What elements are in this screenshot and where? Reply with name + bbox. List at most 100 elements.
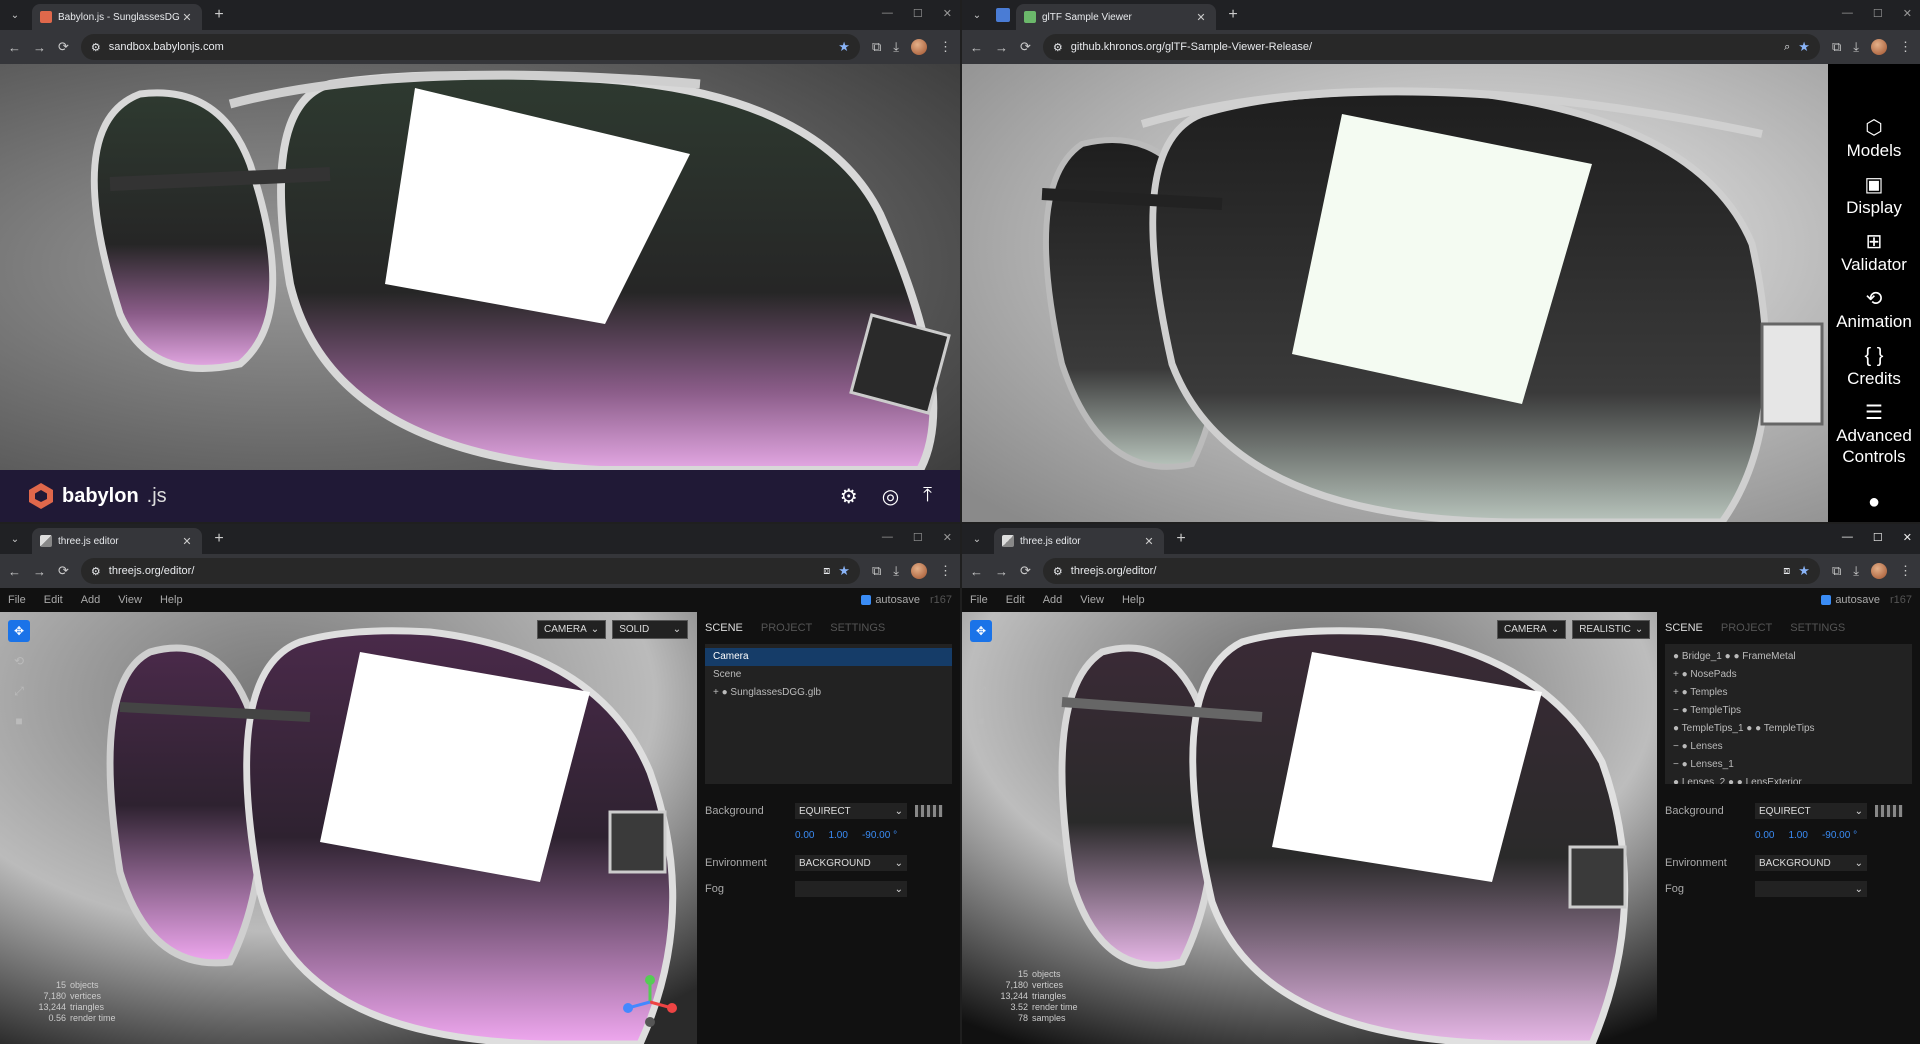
bg-intensity[interactable]: 1.00	[1788, 830, 1807, 841]
browser-tab[interactable]: glTF Sample Viewer ✕	[1016, 4, 1216, 30]
maximize-icon[interactable]: ☐	[1873, 7, 1883, 20]
close-window-icon[interactable]: ✕	[943, 531, 952, 544]
sidebar-item-display[interactable]: ▣ Display	[1846, 173, 1902, 218]
outliner-item[interactable]: Camera	[705, 648, 952, 666]
view-helper-gizmo[interactable]	[620, 972, 680, 1032]
new-tab-icon[interactable]: +	[210, 530, 228, 548]
extensions-icon[interactable]: ⧉	[1832, 563, 1841, 579]
menu-icon[interactable]: ⋮	[939, 39, 952, 55]
tab-settings[interactable]: SETTINGS	[830, 622, 885, 634]
address-bar[interactable]: ⚙ github.khronos.org/glTF-Sample-Viewer-R…	[1042, 34, 1820, 60]
rotate-tool-icon[interactable]: ⟲	[970, 650, 992, 672]
environment-select[interactable]: BACKGROUND ⌄	[1755, 855, 1867, 871]
bookmark-star-icon[interactable]: ★	[1798, 39, 1810, 55]
zoom-icon[interactable]: ⌕	[1784, 41, 1790, 54]
editor-viewport[interactable]: ✥ ⟲ ⤢ ■ CAMERA ⌄ SOLID ⌄ 15 objects 7,180 ver…	[0, 612, 697, 1044]
close-tab-icon[interactable]: ✕	[180, 535, 194, 548]
extensions-icon[interactable]: ⧉	[872, 39, 881, 55]
reload-icon[interactable]: ⟳	[58, 563, 69, 579]
browser-tab[interactable]: three.js editor ✕	[994, 528, 1164, 554]
background-texture-swatch[interactable]	[1875, 805, 1903, 817]
editor-viewport[interactable]: ✥ ⟲ ⤢ ■ CAMERA ⌄ REALISTIC ⌄ 15 objects 7,18…	[962, 612, 1657, 1044]
site-info-icon[interactable]: ⚙	[1053, 565, 1063, 578]
tab-search-icon[interactable]: ⌄	[966, 5, 988, 25]
close-tab-icon[interactable]: ✕	[1194, 11, 1208, 24]
camera-select[interactable]: CAMERA ⌄	[1497, 620, 1567, 639]
tab-scene[interactable]: SCENE	[705, 622, 743, 634]
close-window-icon[interactable]: ✕	[1903, 531, 1912, 544]
outliner-item[interactable]: ● TempleTips_1 ● ● TempleTips	[1665, 720, 1912, 738]
close-window-icon[interactable]: ✕	[1903, 7, 1912, 20]
download-icon[interactable]: ⤓	[1853, 39, 1859, 55]
bg-blurriness[interactable]: 0.00	[795, 830, 814, 841]
menu-edit[interactable]: Edit	[44, 594, 63, 606]
site-info-icon[interactable]: ⚙	[91, 565, 101, 578]
tab-project[interactable]: PROJECT	[1721, 622, 1772, 634]
tab-settings[interactable]: SETTINGS	[1790, 622, 1845, 634]
tab-scene[interactable]: SCENE	[1665, 622, 1703, 634]
maximize-icon[interactable]: ☐	[913, 531, 923, 544]
close-tab-icon[interactable]: ✕	[180, 11, 194, 24]
minimize-icon[interactable]: —	[882, 7, 893, 20]
menu-add[interactable]: Add	[1043, 594, 1063, 606]
fog-select[interactable]: ⌄	[795, 881, 907, 897]
translate-tool-icon[interactable]: ✥	[970, 620, 992, 642]
outliner-item[interactable]: + ● SunglassesDGG.glb	[705, 684, 952, 702]
extensions-icon[interactable]: ⧉	[872, 563, 881, 579]
extensions-icon[interactable]: ⧉	[1832, 39, 1841, 55]
reload-icon[interactable]: ⟳	[58, 39, 69, 55]
background-select[interactable]: EQUIRECT ⌄	[1755, 803, 1867, 819]
site-info-icon[interactable]: ⚙	[91, 41, 101, 54]
forward-icon[interactable]: →	[33, 564, 46, 579]
menu-help[interactable]: Help	[1122, 594, 1145, 606]
outliner-item[interactable]: Scene	[705, 666, 952, 684]
profile-avatar[interactable]	[911, 563, 927, 579]
tab-search-icon[interactable]: ⌄	[4, 5, 26, 25]
reload-icon[interactable]: ⟳	[1020, 563, 1031, 579]
minimize-icon[interactable]: —	[1842, 531, 1853, 544]
menu-file[interactable]: File	[8, 594, 26, 606]
sidebar-item-models[interactable]: ⬡ Models	[1847, 116, 1902, 161]
menu-view[interactable]: View	[1080, 594, 1104, 606]
upload-icon[interactable]: ⤒	[923, 484, 932, 509]
scale-tool-icon[interactable]: ⤢	[8, 680, 30, 702]
autosave-checkbox[interactable]	[1821, 595, 1832, 605]
camera-select[interactable]: CAMERA ⌄	[537, 620, 607, 639]
rotate-tool-icon[interactable]: ⟲	[8, 650, 30, 672]
outliner-item[interactable]: − ● Lenses_1	[1665, 756, 1912, 774]
address-bar[interactable]: ⚙ threejs.org/editor/ ⧈ ★	[1042, 558, 1820, 584]
bookmark-star-icon[interactable]: ★	[838, 39, 850, 55]
sidebar-item-credits[interactable]: { } Credits	[1847, 344, 1901, 389]
minimize-icon[interactable]: —	[882, 531, 893, 544]
bg-intensity[interactable]: 1.00	[828, 830, 847, 841]
back-icon[interactable]: ←	[8, 40, 21, 55]
environment-select[interactable]: BACKGROUND ⌄	[795, 855, 907, 871]
new-tab-icon[interactable]: +	[210, 6, 228, 24]
site-info-icon[interactable]: ⚙	[1053, 41, 1063, 54]
back-icon[interactable]: ←	[970, 564, 983, 579]
babylon-logo[interactable]: babylon .js	[28, 482, 167, 510]
outliner-item[interactable]: ● Lenses_2 ● ● LensExterior	[1665, 774, 1912, 784]
tab-search-icon[interactable]: ⌄	[4, 529, 26, 549]
outliner-item[interactable]: + ● NosePads	[1665, 666, 1912, 684]
menu-icon[interactable]: ⋮	[1899, 39, 1912, 55]
profile-avatar[interactable]	[911, 39, 927, 55]
fog-select[interactable]: ⌄	[1755, 881, 1867, 897]
outliner-item[interactable]: − ● Lenses	[1665, 738, 1912, 756]
local-space-icon[interactable]: ■	[8, 710, 30, 732]
inspector-icon[interactable]: ⚙	[840, 484, 858, 509]
local-space-icon[interactable]: ■	[970, 710, 992, 732]
scene-outliner[interactable]: ● Bridge_1 ● ● FrameMetal + ● NosePads + ●…	[1665, 644, 1912, 784]
reload-icon[interactable]: ⟳	[1020, 39, 1031, 55]
profile-avatar[interactable]	[1871, 563, 1887, 579]
scene-outliner[interactable]: Camera Scene + ● SunglassesDGG.glb	[705, 644, 952, 784]
outliner-item[interactable]: − ● TempleTips	[1665, 702, 1912, 720]
sidebar-item-advanced-controls[interactable]: ☰ Advanced Controls	[1828, 401, 1920, 467]
autosave-checkbox[interactable]	[861, 595, 872, 605]
forward-icon[interactable]: →	[995, 564, 1008, 579]
maximize-icon[interactable]: ☐	[1873, 531, 1883, 544]
sidebar-item-validator[interactable]: ⊞ Validator	[1841, 230, 1907, 275]
menu-icon[interactable]: ⋮	[939, 563, 952, 579]
menu-view[interactable]: View	[118, 594, 142, 606]
close-window-icon[interactable]: ✕	[943, 7, 952, 20]
